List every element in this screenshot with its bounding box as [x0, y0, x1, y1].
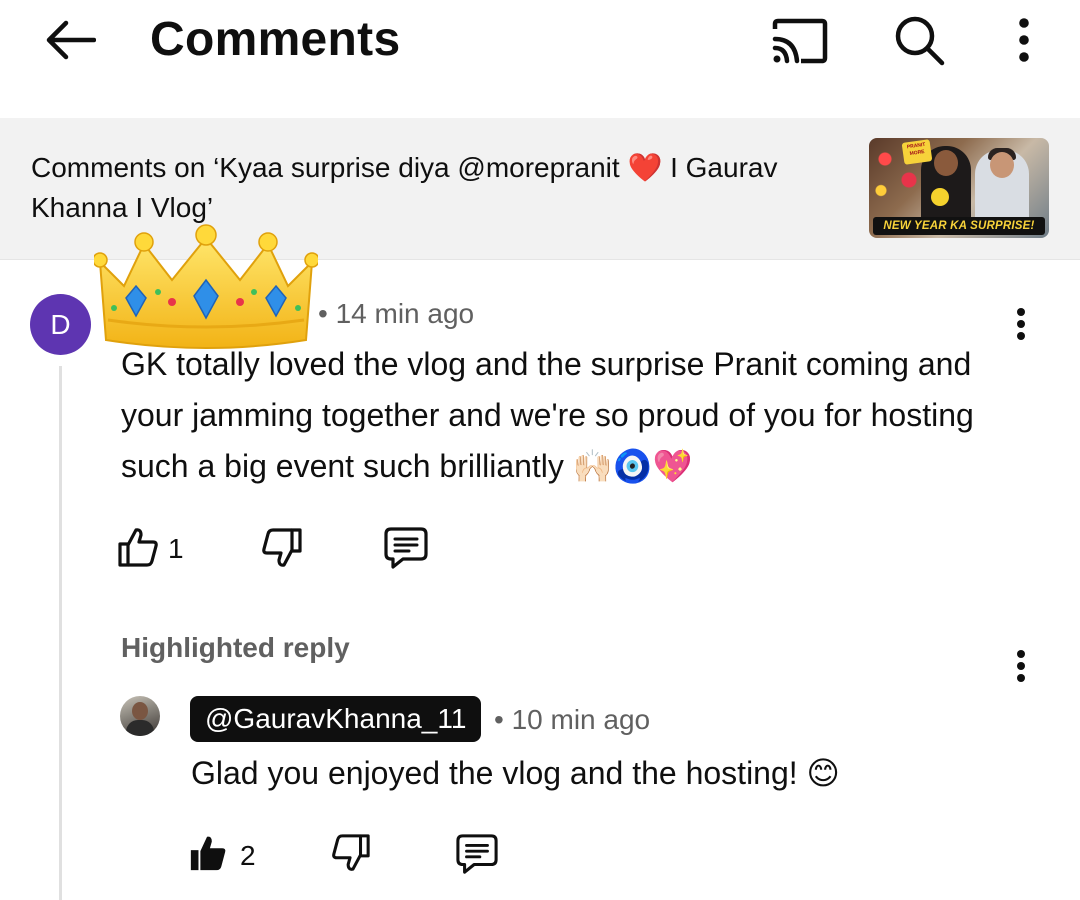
- page-title: Comments: [150, 13, 401, 66]
- video-thumbnail[interactable]: PRANIT MORE NEW YEAR KA SURPRISE!: [869, 138, 1049, 238]
- heart-emoji: ❤️: [627, 151, 663, 184]
- more-options-button[interactable]: [1004, 12, 1044, 68]
- avatar[interactable]: D: [30, 294, 91, 355]
- search-button[interactable]: [888, 10, 950, 70]
- thumbs-up-icon: [118, 528, 158, 567]
- video-title-prefix: Comments on ‘Kyaa surprise diya @morepra…: [31, 152, 628, 183]
- search-icon: [895, 16, 945, 66]
- cast-button[interactable]: [766, 12, 832, 70]
- back-button[interactable]: [40, 14, 100, 66]
- thumbs-down-icon: [262, 528, 302, 567]
- top-app-bar: Comments: [0, 0, 1080, 118]
- reply-avatar[interactable]: [120, 696, 160, 736]
- more-vertical-icon: [1019, 18, 1029, 62]
- more-vertical-icon: [1017, 308, 1025, 340]
- thumbnail-banner: NEW YEAR KA SURPRISE!: [873, 217, 1045, 235]
- like-button[interactable]: [114, 522, 162, 572]
- cast-icon: [772, 18, 828, 64]
- highlighted-reply-label: Highlighted reply: [121, 632, 350, 663]
- reply-comment-icon: [384, 527, 428, 569]
- comment-more-button[interactable]: [1004, 304, 1038, 344]
- more-vertical-icon: [1017, 650, 1025, 682]
- crown-sticker: [94, 224, 318, 349]
- comment-text: GK totally loved the vlog and the surpri…: [121, 346, 974, 484]
- comment-timestamp: • 14 min ago: [318, 298, 475, 329]
- reply-timestamp: • 10 min ago: [494, 704, 651, 735]
- thumbs-down-icon: [332, 834, 370, 871]
- reply-like-count: 2: [240, 840, 256, 871]
- reply-like-button[interactable]: [186, 830, 230, 876]
- avatar-letter: D: [50, 308, 71, 340]
- thread-line: [59, 366, 62, 900]
- reply-button[interactable]: [380, 523, 432, 573]
- reply-more-button[interactable]: [1004, 646, 1038, 686]
- reply-reply-button[interactable]: [452, 830, 502, 878]
- creator-badge[interactable]: @GauravKhanna_11: [190, 696, 482, 742]
- thumbnail-badge: PRANIT MORE: [901, 139, 933, 165]
- arrow-left-icon: [46, 20, 96, 60]
- video-context-title: Comments on ‘Kyaa surprise diya @morepra…: [31, 148, 831, 228]
- reply-text: Glad you enjoyed the vlog and the hostin…: [191, 755, 840, 791]
- dislike-button[interactable]: [258, 524, 306, 572]
- thumbs-up-filled-icon: [190, 836, 226, 871]
- like-count: 1: [168, 533, 184, 564]
- reply-comment-icon: [456, 834, 498, 874]
- reply-dislike-button[interactable]: [328, 830, 374, 876]
